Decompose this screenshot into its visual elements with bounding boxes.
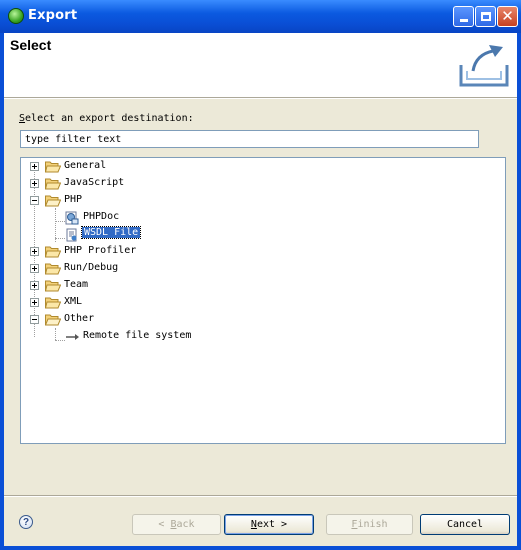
export-dialog: Export ✕ Select Select an export destina…: [0, 0, 521, 550]
tree-item-label: WSDL File: [80, 226, 142, 239]
maximize-icon: [480, 12, 491, 21]
wizard-header: Select: [4, 33, 517, 97]
destination-label: Select an export destination:: [19, 113, 194, 124]
open-folder-icon: [45, 314, 61, 326]
expand-icon[interactable]: [30, 179, 39, 188]
finish-button-label: inish: [357, 519, 388, 530]
tree-item-label: PHP Profiler: [64, 245, 137, 256]
next-button-label: ext >: [256, 519, 288, 530]
title-bar[interactable]: Export ✕: [0, 0, 521, 33]
folder-icon: [45, 297, 61, 309]
destination-tree[interactable]: General JavaScript PHP PHPDoc WSDL File …: [20, 157, 506, 444]
tree-item-php[interactable]: PHP: [21, 193, 501, 209]
tree-item-phpdoc[interactable]: PHPDoc: [21, 210, 501, 226]
folder-icon: [45, 178, 61, 190]
header-separator-highlight: [4, 98, 517, 99]
help-icon: ?: [22, 516, 30, 528]
destination-label-text: elect an export destination:: [25, 113, 194, 124]
tree-item-label: XML: [64, 296, 83, 307]
cancel-button-label: Cancel: [446, 519, 484, 530]
export-wizard-icon: [459, 45, 509, 87]
expand-icon[interactable]: [30, 247, 39, 256]
footer-separator-highlight: [4, 496, 517, 497]
tree-item-label: JavaScript: [64, 177, 125, 188]
tree-item-label: Run/Debug: [64, 262, 119, 273]
tree-item-remote-file-system[interactable]: Remote file system: [21, 329, 501, 345]
expand-icon[interactable]: [30, 298, 39, 307]
tree-item-label: Team: [64, 279, 89, 290]
cancel-button[interactable]: Cancel: [420, 514, 510, 535]
filter-input[interactable]: [20, 130, 479, 148]
folder-icon: [45, 263, 61, 275]
next-button[interactable]: Next >: [224, 514, 314, 535]
folder-icon: [45, 280, 61, 292]
tree-item-label: Remote file system: [83, 330, 192, 341]
tree-item-wsdl-file[interactable]: WSDL File: [21, 226, 501, 243]
expand-icon[interactable]: [30, 162, 39, 171]
tree-item-xml[interactable]: XML: [21, 295, 501, 311]
expand-icon[interactable]: [30, 264, 39, 273]
tree-item-other[interactable]: Other: [21, 312, 501, 328]
tree-item-label: Other: [64, 313, 95, 324]
tree-item-php-profiler[interactable]: PHP Profiler: [21, 244, 501, 260]
finish-button[interactable]: Finish: [326, 514, 413, 535]
tree-item-label: PHP: [64, 194, 83, 205]
remote-file-system-icon: [66, 334, 79, 340]
tree-item-label: General: [64, 160, 107, 171]
tree-item-javascript[interactable]: JavaScript: [21, 176, 501, 192]
tree-item-label: PHPDoc: [83, 211, 120, 222]
collapse-icon[interactable]: [30, 315, 39, 324]
window-title: Export: [28, 8, 78, 23]
eclipse-app-icon: [8, 8, 24, 24]
folder-icon: [45, 246, 61, 258]
tree-item-run-debug[interactable]: Run/Debug: [21, 261, 501, 277]
close-button[interactable]: ✕: [497, 6, 518, 27]
dialog-body: Select Select an export destination: typ…: [4, 33, 517, 546]
back-button-label: ack: [176, 519, 195, 530]
phpdoc-icon: [65, 211, 79, 225]
expand-icon[interactable]: [30, 281, 39, 290]
help-button[interactable]: ?: [19, 515, 33, 529]
page-title: Select: [10, 37, 52, 53]
tree-item-general[interactable]: General: [21, 159, 501, 175]
collapse-icon[interactable]: [30, 196, 39, 205]
wsdl-file-icon: [66, 228, 77, 242]
tree-item-team[interactable]: Team: [21, 278, 501, 294]
back-button[interactable]: < Back: [132, 514, 221, 535]
open-folder-icon: [45, 195, 61, 207]
back-button-prefix: <: [158, 519, 171, 530]
close-icon: ✕: [501, 7, 514, 25]
folder-icon: [45, 161, 61, 173]
maximize-button[interactable]: [475, 6, 496, 27]
minimize-icon: [459, 19, 468, 22]
minimize-button[interactable]: [453, 6, 474, 27]
